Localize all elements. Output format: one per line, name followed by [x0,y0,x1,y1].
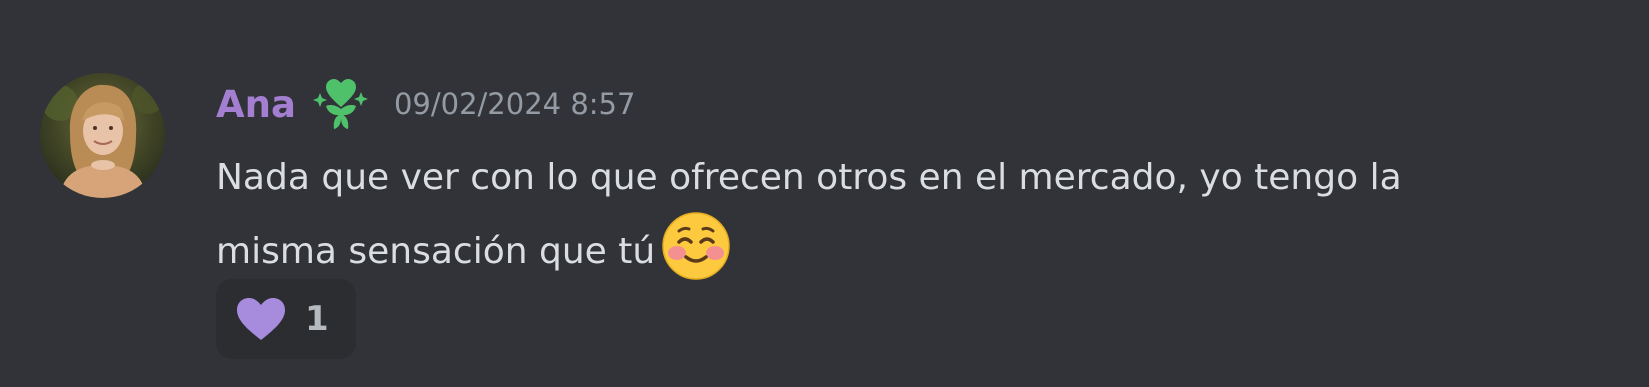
author-name[interactable]: Ana [216,86,296,123]
message-content: Nada que ver con lo que ofrecen otros en… [216,145,1596,280]
smiling-face-with-smiling-eyes-emoji[interactable] [661,211,731,281]
avatar[interactable] [40,73,165,198]
reaction-button[interactable]: 1 [216,279,356,359]
avatar-photo [40,73,165,198]
message-text-line: Nada que ver con lo que ofrecen otros en… [216,157,1402,198]
reaction-count: 1 [305,299,329,339]
purple-heart-icon [235,296,287,342]
reactions-bar: 1 [216,279,356,359]
chat-view: Ana 09/02/2024 8:57 Nada que ver con lo … [0,0,1649,387]
message-header: Ana 09/02/2024 8:57 [216,76,635,132]
sparkle-heart-flower-icon[interactable] [312,75,370,133]
message-timestamp[interactable]: 09/02/2024 8:57 [394,89,636,119]
message-text-line: misma sensación que tú [216,231,656,272]
message-text-line-2: misma sensación que tú [216,211,1596,280]
chat-message: Ana 09/02/2024 8:57 Nada que ver con lo … [0,0,1649,387]
